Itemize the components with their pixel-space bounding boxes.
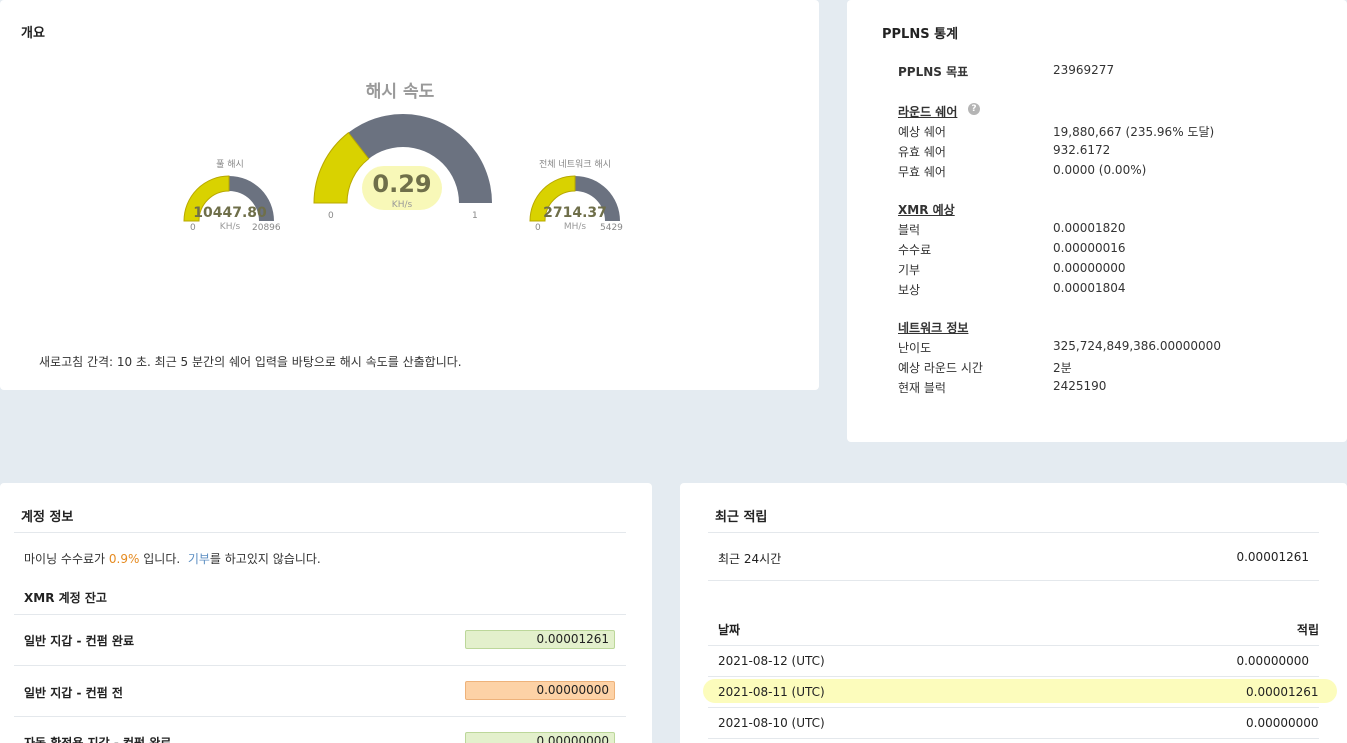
balance-heading: XMR 계정 잔고 [24,591,107,605]
info-icon[interactable]: ? [968,103,980,115]
pplns-target-label: PPLNS 목표 [898,65,969,79]
round-time-label: 예상 라운드 시간 [898,361,983,375]
fee-percentage: 0.9% [108,552,140,566]
account-info-card: 계정 정보 마이닝 수수료가 0.9% 입니다. 기부를 하고있지 않습니다. … [0,483,652,743]
divider [14,532,626,533]
refresh-note: 새로고침 간격: 10 초. 최근 5 분간의 쉐어 입력을 바탕으로 해시 속… [39,355,462,369]
network-hash-min: 0 [535,223,541,233]
donate-link[interactable]: 기부 [188,552,210,566]
fee-notice-text: 입니다. [139,552,188,566]
divider [708,707,1319,708]
main-hashrate-unit: KH/s [391,200,413,210]
fee-notice-text: 마이닝 수수료가 [24,552,109,566]
divider [708,676,1319,677]
earnings-row-date: 2021-08-10 (UTC) [718,716,825,730]
pplns-title: PPLNS 통계 [882,27,959,42]
divider [14,614,626,615]
reward-value: 0.00001804 [1053,281,1126,295]
reward-label: 보상 [898,283,921,297]
balance-value: 0.00001261 [465,630,615,649]
xmr-estimate-heading: XMR 예상 [898,203,955,217]
round-shares-heading-text: 라운드 쉐어 [898,105,958,119]
main-hashrate-min: 0 [328,211,334,221]
fee-value: 0.00000016 [1053,241,1126,255]
pool-hash-min: 0 [190,223,196,233]
expected-shares-label: 예상 쉐어 [898,125,946,139]
earnings-row-amount: 0.00001261 [1246,685,1319,699]
fee-notice-text: 를 하고있지 않습니다. [209,552,321,566]
earnings-row-amount: 0.00000000 [1246,716,1319,730]
last24-value: 0.00001261 [1236,550,1309,564]
donation-label: 기부 [898,263,921,277]
divider [708,738,1319,739]
network-hash-value: 2714.37 [543,205,607,221]
main-hashrate-gauge: 0.29 KH/s 0 1 [310,110,495,225]
col-date-header: 날짜 [718,623,741,637]
main-hashrate-max: 1 [472,211,478,221]
invalid-shares-label: 무효 쉐어 [898,165,946,179]
divider [708,645,1319,646]
hashrate-title: 해시 속도 [365,82,435,102]
earnings-row-date: 2021-08-12 (UTC) [718,654,825,668]
last24-label: 최근 24시간 [718,552,782,566]
valid-shares-label: 유효 쉐어 [898,145,946,159]
network-hash-unit: MH/s [563,222,587,232]
earnings-row-date: 2021-08-11 (UTC) [718,685,825,699]
pplns-target-value: 23969277 [1053,63,1115,77]
network-hash-max: 5429 [600,223,623,233]
main-hashrate-value: 0.29 [372,170,432,198]
fee-notice: 마이닝 수수료가 0.9% 입니다. 기부를 하고있지 않습니다. [24,550,321,567]
divider [14,665,626,666]
network-hash-gauge: 전체 네트워크 해시 2714.37 MH/s 0 5429 [525,150,625,240]
earnings-row-amount: 0.00000000 [1236,654,1309,668]
round-shares-heading[interactable]: 라운드 쉐어 [898,103,957,120]
invalid-shares-value: 0.0000 (0.00%) [1053,163,1147,177]
pool-hash-gauge: 풀 해시 10447.80 KH/s 0 20896 [180,150,281,240]
current-block-value: 2425190 [1053,379,1107,393]
divider [14,716,626,717]
balance-row-label: 일반 지갑 - 컨펌 완료 [24,634,135,648]
overview-card: 개요 해시 속도 풀 해시 10447.80 KH/s 0 20896 0.29… [0,0,819,390]
expected-shares-value: 19,880,667 (235.96% 도달) [1053,125,1215,139]
account-title: 계정 정보 [21,510,74,525]
pool-hash-unit: KH/s [219,222,241,232]
earnings-title: 최근 적립 [715,510,768,525]
valid-shares-value: 932.6172 [1053,143,1111,157]
divider [708,580,1319,581]
donation-value: 0.00000000 [1053,261,1126,275]
balance-row-label: 자동 환전용 지갑 - 컨펌 완료 [24,736,172,743]
network-info-heading: 네트워크 정보 [898,321,969,335]
pool-hash-max: 20896 [252,223,281,233]
block-label: 블럭 [898,223,921,237]
col-amount-header: 적립 [1296,623,1319,637]
divider [708,532,1319,533]
pool-hash-value: 10447.80 [193,205,267,221]
current-block-label: 현재 블럭 [898,381,946,395]
pplns-stats-card: PPLNS 통계 PPLNS 목표 23969277 라운드 쉐어 ? 예상 쉐… [847,0,1347,442]
round-time-value: 2분 [1053,361,1072,375]
block-value: 0.00001820 [1053,221,1126,235]
balance-value: 0.00000000 [465,681,615,700]
balance-value: 0.00000000 [465,732,615,743]
recent-earnings-card: 최근 적립 최근 24시간 0.00001261 날짜 적립 2021-08-1… [680,483,1347,743]
fee-label: 수수료 [898,243,932,257]
difficulty-label: 난이도 [898,341,932,355]
difficulty-value: 325,724,849,386.00000000 [1053,339,1221,353]
overview-title: 개요 [21,26,45,41]
balance-row-label: 일반 지갑 - 컨펌 전 [24,686,123,700]
